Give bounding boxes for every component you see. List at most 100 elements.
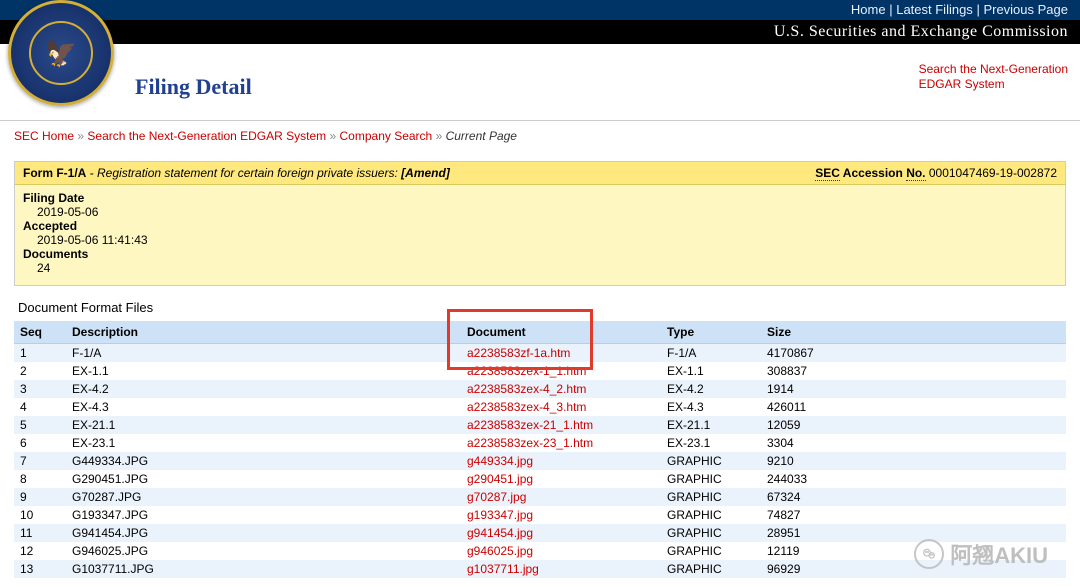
document-link[interactable]: g1037711.jpg: [467, 562, 539, 576]
cell-type: EX-4.3: [661, 398, 761, 416]
cell-description: G70287.JPG: [66, 488, 461, 506]
org-name-bar: U.S. Securities and Exchange Commission: [0, 20, 1080, 44]
crumb-current: Current Page: [446, 129, 517, 143]
cell-type: GRAPHIC: [661, 488, 761, 506]
col-description: Description: [66, 321, 461, 344]
cell-seq: 7: [14, 452, 66, 470]
cell-document: a2238583zex-1_1.htm: [461, 362, 661, 380]
accepted-label: Accepted: [23, 219, 1057, 233]
document-link[interactable]: a2238583zf-1a.htm: [467, 346, 570, 360]
cell-size: 67324: [761, 488, 1066, 506]
table-row: 8G290451.JPG g290451.jpg GRAPHIC244033: [14, 470, 1066, 488]
document-table: Seq Description Document Type Size 1F-1/…: [14, 321, 1066, 578]
cell-seq: 1: [14, 344, 66, 363]
col-seq: Seq: [14, 321, 66, 344]
cell-description: G941454.JPG: [66, 524, 461, 542]
cell-seq: 6: [14, 434, 66, 452]
cell-description: EX-21.1: [66, 416, 461, 434]
cell-seq: 4: [14, 398, 66, 416]
col-size: Size: [761, 321, 1066, 344]
top-nav: Home | Latest Filings | Previous Page: [0, 0, 1080, 20]
document-link[interactable]: a2238583zex-1_1.htm: [467, 364, 586, 378]
document-link[interactable]: a2238583zex-4_2.htm: [467, 382, 586, 396]
cell-size: 3304: [761, 434, 1066, 452]
document-link[interactable]: a2238583zex-4_3.htm: [467, 400, 586, 414]
cell-seq: 3: [14, 380, 66, 398]
cell-type: F-1/A: [661, 344, 761, 363]
filing-date-label: Filing Date: [23, 191, 1057, 205]
cell-seq: 5: [14, 416, 66, 434]
filing-date-value: 2019-05-06: [23, 205, 1057, 219]
cell-seq: 12: [14, 542, 66, 560]
cell-size: 244033: [761, 470, 1066, 488]
accession-number: SEC Accession No. 0001047469-19-002872: [815, 166, 1057, 180]
cell-seq: 8: [14, 470, 66, 488]
document-link[interactable]: a2238583zex-21_1.htm: [467, 418, 593, 432]
filing-info-box: Form F-1/A - Registration statement for …: [14, 161, 1066, 286]
cell-document: a2238583zex-4_2.htm: [461, 380, 661, 398]
search-next-gen-link[interactable]: Search the Next-GenerationEDGAR System: [919, 62, 1068, 92]
cell-seq: 10: [14, 506, 66, 524]
cell-document: g449334.jpg: [461, 452, 661, 470]
document-link[interactable]: g946025.jpg: [467, 544, 533, 558]
cell-description: G946025.JPG: [66, 542, 461, 560]
nav-home[interactable]: Home: [851, 2, 886, 17]
cell-document: g70287.jpg: [461, 488, 661, 506]
cell-description: G193347.JPG: [66, 506, 461, 524]
cell-size: 96929: [761, 560, 1066, 578]
cell-description: EX-1.1: [66, 362, 461, 380]
table-row: 3EX-4.2a2238583zex-4_2.htmEX-4.21914: [14, 380, 1066, 398]
cell-document: a2238583zex-4_3.htm: [461, 398, 661, 416]
table-row: 4EX-4.3a2238583zex-4_3.htmEX-4.3426011: [14, 398, 1066, 416]
document-table-wrap: Seq Description Document Type Size 1F-1/…: [14, 321, 1066, 578]
nav-latest-filings[interactable]: Latest Filings: [896, 2, 973, 17]
document-link[interactable]: a2238583zex-23_1.htm: [467, 436, 593, 450]
cell-document: g193347.jpg: [461, 506, 661, 524]
cell-type: GRAPHIC: [661, 452, 761, 470]
cell-document: a2238583zex-23_1.htm: [461, 434, 661, 452]
document-link[interactable]: g941454.jpg: [467, 526, 533, 540]
crumb-sec-home[interactable]: SEC Home: [14, 129, 74, 143]
cell-size: 308837: [761, 362, 1066, 380]
documents-value: 24: [23, 261, 1057, 275]
cell-type: GRAPHIC: [661, 506, 761, 524]
section-title: Document Format Files: [18, 300, 1066, 315]
cell-size: 12059: [761, 416, 1066, 434]
cell-type: EX-4.2: [661, 380, 761, 398]
cell-description: EX-4.2: [66, 380, 461, 398]
cell-document: a2238583zex-21_1.htm: [461, 416, 661, 434]
document-link[interactable]: g290451.jpg: [467, 472, 533, 486]
cell-size: 9210: [761, 452, 1066, 470]
table-row: 5EX-21.1a2238583zex-21_1.htmEX-21.112059: [14, 416, 1066, 434]
crumb-next-gen[interactable]: Search the Next-Generation EDGAR System: [87, 129, 326, 143]
cell-description: EX-4.3: [66, 398, 461, 416]
header: 🦅 Filing Detail Search the Next-Generati…: [0, 44, 1080, 121]
table-row: 10G193347.JPG g193347.jpg GRAPHIC74827: [14, 506, 1066, 524]
document-link[interactable]: g70287.jpg: [467, 490, 526, 504]
cell-type: EX-21.1: [661, 416, 761, 434]
document-link[interactable]: g449334.jpg: [467, 454, 533, 468]
crumb-company-search[interactable]: Company Search: [340, 129, 433, 143]
nav-previous-page[interactable]: Previous Page: [983, 2, 1068, 17]
cell-size: 28951: [761, 524, 1066, 542]
table-row: 7G449334.JPGg449334.jpgGRAPHIC9210: [14, 452, 1066, 470]
col-type: Type: [661, 321, 761, 344]
table-row: 1F-1/Aa2238583zf-1a.htmF-1/A4170867: [14, 344, 1066, 363]
cell-description: G290451.JPG: [66, 470, 461, 488]
sec-seal-icon: 🦅: [8, 0, 114, 106]
table-row: 12G946025.JPGg946025.jpgGRAPHIC12119: [14, 542, 1066, 560]
cell-seq: 11: [14, 524, 66, 542]
cell-type: GRAPHIC: [661, 542, 761, 560]
cell-document: g290451.jpg: [461, 470, 661, 488]
cell-document: g941454.jpg: [461, 524, 661, 542]
cell-document: g1037711.jpg: [461, 560, 661, 578]
cell-seq: 13: [14, 560, 66, 578]
table-row: 2EX-1.1a2238583zex-1_1.htmEX-1.1308837: [14, 362, 1066, 380]
cell-type: GRAPHIC: [661, 470, 761, 488]
cell-size: 1914: [761, 380, 1066, 398]
cell-size: 74827: [761, 506, 1066, 524]
accepted-value: 2019-05-06 11:41:43: [23, 233, 1057, 247]
page-title: Filing Detail: [135, 74, 252, 100]
document-link[interactable]: g193347.jpg: [467, 508, 533, 522]
documents-label: Documents: [23, 247, 1057, 261]
